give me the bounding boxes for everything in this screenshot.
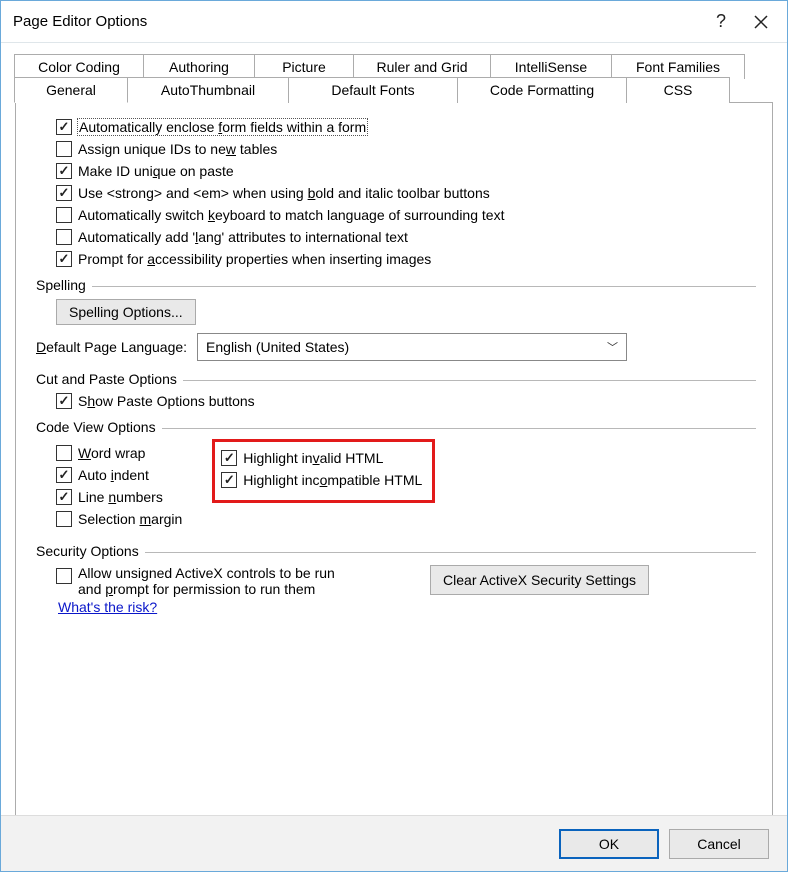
check-unique-id-tables[interactable]: Assign unique IDs to new tables xyxy=(56,141,756,157)
dialog-window: Page Editor Options ? Color Coding Autho… xyxy=(0,0,788,872)
check-word-wrap[interactable]: Word wrap xyxy=(56,445,182,461)
checkbox-icon xyxy=(56,568,72,584)
checkbox-icon xyxy=(56,445,72,461)
check-label: Highlight incompatible HTML xyxy=(243,472,422,488)
checkbox-icon xyxy=(56,207,72,223)
check-allow-unsigned-activex[interactable]: Allow unsigned ActiveX controls to be ru… xyxy=(56,565,416,597)
tab-picture[interactable]: Picture xyxy=(254,54,354,79)
tab-ruler-grid[interactable]: Ruler and Grid xyxy=(353,54,491,79)
check-label: Word wrap xyxy=(78,445,145,461)
check-enclose-form[interactable]: Automatically enclose form fields within… xyxy=(56,119,756,135)
group-title: Cut and Paste Options xyxy=(36,371,177,387)
check-label: Line numbers xyxy=(78,489,163,505)
ok-button[interactable]: OK xyxy=(559,829,659,859)
tab-code-formatting[interactable]: Code Formatting xyxy=(457,77,627,103)
spelling-options-button[interactable]: Spelling Options... xyxy=(56,299,196,325)
check-label: Prompt for accessibility properties when… xyxy=(78,251,431,267)
checkbox-icon xyxy=(221,472,237,488)
tab-css[interactable]: CSS xyxy=(626,77,730,103)
dialog-footer: OK Cancel xyxy=(1,815,787,871)
clear-activex-button[interactable]: Clear ActiveX Security Settings xyxy=(430,565,649,595)
tab-general[interactable]: General xyxy=(14,77,128,103)
check-selection-margin[interactable]: Selection margin xyxy=(56,511,182,527)
group-spelling: Spelling Spelling Options... Default Pag… xyxy=(36,277,756,361)
tab-default-fonts[interactable]: Default Fonts xyxy=(288,77,458,103)
default-language-select[interactable]: English (United States) ﹀ xyxy=(197,333,627,361)
check-accessibility-prompt[interactable]: Prompt for accessibility properties when… xyxy=(56,251,756,267)
whats-the-risk-link[interactable]: What's the risk? xyxy=(58,599,157,615)
check-label: Highlight invalid HTML xyxy=(243,450,383,466)
group-title: Spelling xyxy=(36,277,86,293)
group-cut-paste: Cut and Paste Options Show Paste Options… xyxy=(36,371,756,409)
divider xyxy=(183,380,756,381)
tab-row-top: Color Coding Authoring Picture Ruler and… xyxy=(15,53,773,78)
checkbox-icon xyxy=(56,229,72,245)
select-value: English (United States) xyxy=(206,339,349,355)
check-auto-indent[interactable]: Auto indent xyxy=(56,467,182,483)
checkbox-icon xyxy=(221,450,237,466)
close-icon xyxy=(754,15,768,29)
checkbox-icon xyxy=(56,185,72,201)
tab-autothumbnail[interactable]: AutoThumbnail xyxy=(127,77,289,103)
check-label: Automatically switch keyboard to match l… xyxy=(78,207,504,223)
check-id-unique-paste[interactable]: Make ID unique on paste xyxy=(56,163,756,179)
checkbox-icon xyxy=(56,119,72,135)
group-code-view: Code View Options Word wrap Auto indent xyxy=(36,419,756,533)
checkbox-icon xyxy=(56,511,72,527)
tab-row-bottom: General AutoThumbnail Default Fonts Code… xyxy=(15,77,773,103)
check-label: Automatically enclose form fields within… xyxy=(78,119,367,135)
check-show-paste-options[interactable]: Show Paste Options buttons xyxy=(56,393,756,409)
tab-authoring[interactable]: Authoring xyxy=(143,54,255,79)
check-highlight-invalid-html[interactable]: Highlight invalid HTML xyxy=(221,450,422,466)
default-language-label: Default Page Language: xyxy=(36,339,187,355)
checkbox-icon xyxy=(56,467,72,483)
check-label: Selection margin xyxy=(78,511,182,527)
check-label: Show Paste Options buttons xyxy=(78,393,255,409)
tab-color-coding[interactable]: Color Coding xyxy=(14,54,144,79)
checkbox-icon xyxy=(56,489,72,505)
tab-panel-general: Automatically enclose form fields within… xyxy=(15,102,773,815)
tab-intellisense[interactable]: IntelliSense xyxy=(490,54,612,79)
check-highlight-incompatible-html[interactable]: Highlight incompatible HTML xyxy=(221,472,422,488)
check-line-numbers[interactable]: Line numbers xyxy=(56,489,182,505)
titlebar: Page Editor Options ? xyxy=(1,1,787,43)
check-strong-em[interactable]: Use <strong> and <em> when using bold an… xyxy=(56,185,756,201)
check-label: Auto indent xyxy=(78,467,149,483)
divider xyxy=(92,286,756,287)
tab-strip: Color Coding Authoring Picture Ruler and… xyxy=(15,53,773,815)
highlight-annotation-box: Highlight invalid HTML Highlight incompa… xyxy=(212,439,435,503)
tab-font-families[interactable]: Font Families xyxy=(611,54,745,79)
cancel-button[interactable]: Cancel xyxy=(669,829,769,859)
checkbox-icon xyxy=(56,393,72,409)
check-lang-attributes[interactable]: Automatically add 'lang' attributes to i… xyxy=(56,229,756,245)
check-label: Allow unsigned ActiveX controls to be ru… xyxy=(78,565,335,597)
help-button[interactable]: ? xyxy=(701,6,741,38)
window-title: Page Editor Options xyxy=(13,13,701,30)
code-view-col-left: Word wrap Auto indent Line numbers xyxy=(56,441,182,533)
check-label: Use <strong> and <em> when using bold an… xyxy=(78,185,490,201)
chevron-down-icon: ﹀ xyxy=(607,339,618,355)
divider xyxy=(162,428,756,429)
check-label: Assign unique IDs to new tables xyxy=(78,141,277,157)
close-button[interactable] xyxy=(741,6,781,38)
group-security: Security Options Allow unsigned ActiveX … xyxy=(36,543,756,615)
content-area: Color Coding Authoring Picture Ruler and… xyxy=(1,43,787,815)
check-label: Automatically add 'lang' attributes to i… xyxy=(78,229,408,245)
divider xyxy=(145,552,756,553)
checkbox-icon xyxy=(56,163,72,179)
check-label: Make ID unique on paste xyxy=(78,163,234,179)
checkbox-icon xyxy=(56,141,72,157)
group-title: Code View Options xyxy=(36,419,156,435)
group-title: Security Options xyxy=(36,543,139,559)
check-switch-keyboard[interactable]: Automatically switch keyboard to match l… xyxy=(56,207,756,223)
checkbox-icon xyxy=(56,251,72,267)
